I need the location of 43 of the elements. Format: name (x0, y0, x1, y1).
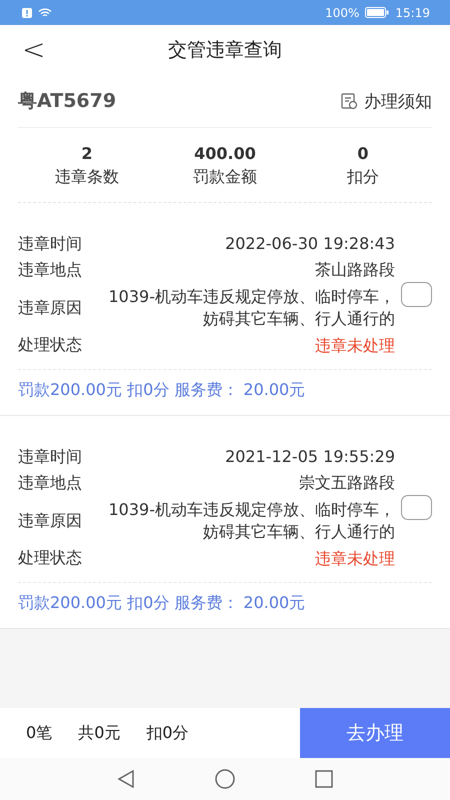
stat-label: 罚款金额 (193, 167, 257, 188)
stat-value: 400.00 (194, 144, 256, 163)
back-button[interactable]: < (16, 33, 52, 66)
field-label: 违章时间 (18, 234, 82, 255)
notification-icon (22, 8, 32, 18)
field-value: 违章未处理 (315, 548, 395, 570)
fee-summary: 罚款200.00元 扣0分 服务费： 20.00元 (18, 368, 432, 415)
page-title: 交管违章查询 (168, 38, 282, 63)
field-label: 处理状态 (18, 548, 82, 570)
back-nav-icon[interactable] (117, 770, 135, 788)
field-value: 2022-06-30 19:28:43 (225, 233, 395, 255)
stat-value: 2 (81, 144, 93, 163)
document-icon (341, 92, 358, 110)
battery-percent: 100% (325, 6, 360, 20)
field-label: 违章原因 (18, 298, 82, 319)
field-value: 1039-机动车违反规定停放、临时停车，妨碍其它车辆、行人通行的 (108, 286, 395, 330)
home-nav-icon[interactable] (215, 769, 235, 789)
field-label: 违章时间 (18, 446, 82, 468)
stat-value: 0 (357, 144, 369, 163)
checkbox[interactable] (401, 282, 432, 308)
field-value: 1039-机动车违反规定停放、临时停车，妨碍其它车辆、行人通行的 (108, 498, 395, 544)
selected-total: 共0元 (78, 722, 120, 744)
field-value: 违章未处理 (315, 334, 395, 357)
field-label: 违章地点 (18, 473, 82, 494)
field-value: 茶山路路段 (315, 259, 395, 282)
process-button[interactable]: 去办理 (300, 708, 450, 758)
field-label: 违章原因 (18, 510, 82, 532)
battery-icon (365, 7, 390, 18)
stat-label: 违章条数 (55, 167, 119, 188)
field-label: 处理状态 (18, 335, 82, 356)
selected-count: 0笔 (26, 722, 52, 744)
fee-summary: 罚款200.00元 扣0分 服务费： 20.00元 (18, 582, 432, 628)
field-value: 2021-12-05 19:55:29 (225, 446, 395, 468)
wifi-icon (38, 8, 52, 18)
field-label: 违章地点 (18, 260, 82, 282)
notice-link[interactable]: 办理须知 (341, 90, 432, 112)
plate-number: 粤AT5679 (18, 89, 116, 114)
clock: 15:19 (395, 6, 430, 20)
recents-nav-icon[interactable] (315, 770, 333, 788)
checkbox[interactable] (401, 495, 432, 520)
selected-points: 扣0分 (146, 722, 189, 744)
field-value: 崇文五路路段 (299, 472, 395, 494)
stat-label: 扣分 (347, 167, 379, 188)
